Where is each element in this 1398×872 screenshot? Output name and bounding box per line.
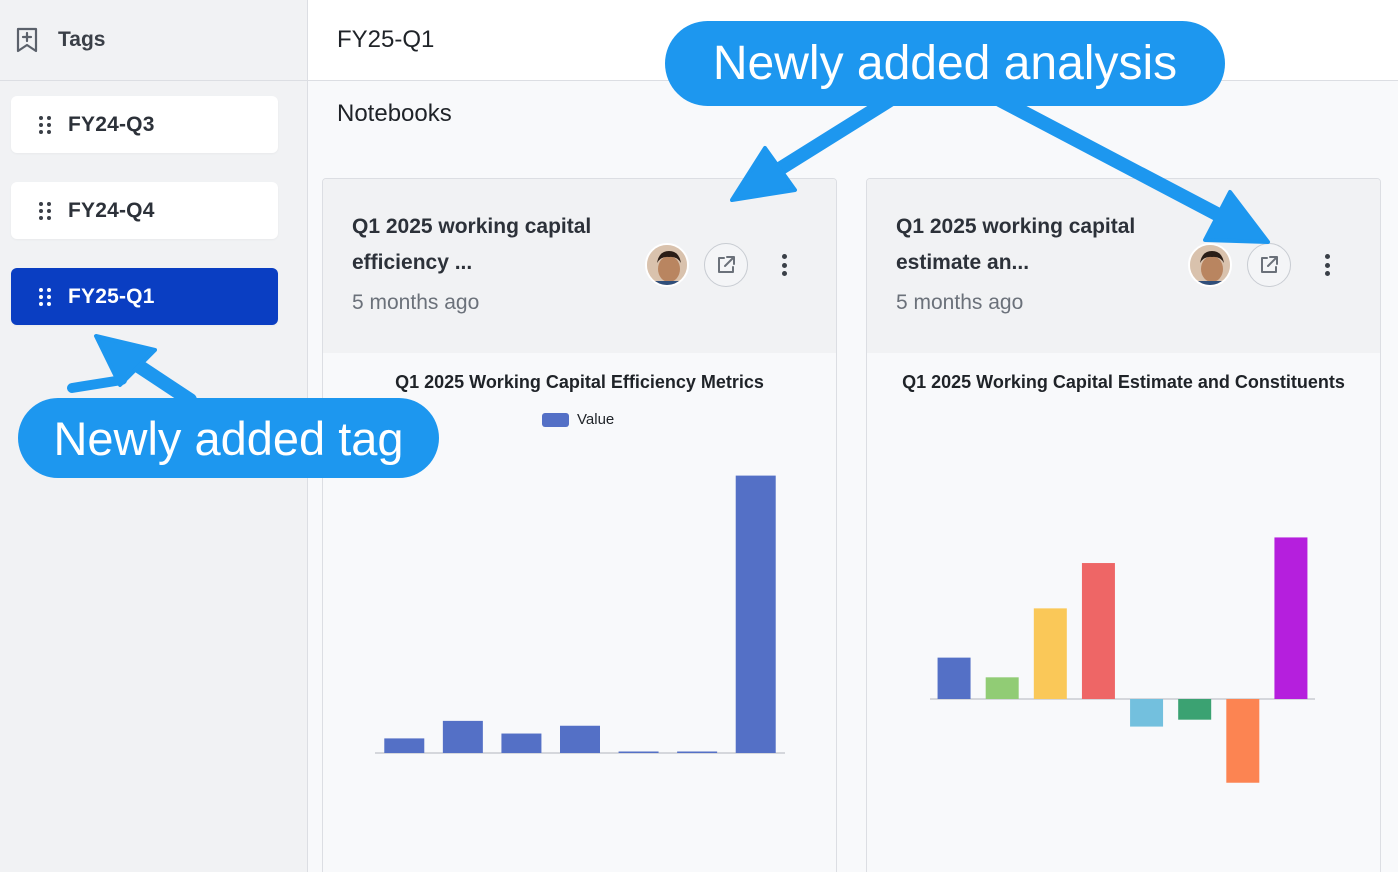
card-title[interactable]: Q1 2025 working capital estimate an...	[896, 209, 1176, 281]
chart-bar[interactable]	[735, 475, 776, 753]
chart-bar[interactable]	[1226, 699, 1260, 783]
annotation-callout-analysis: Newly added analysis	[665, 21, 1225, 106]
card-header: Q1 2025 working capital estimate an... 5…	[867, 179, 1380, 353]
chart-bar[interactable]	[1033, 608, 1067, 699]
tag-item-fy24-q4[interactable]: FY24-Q4	[11, 182, 278, 239]
card-title-line: efficiency ...	[352, 251, 473, 274]
sidebar-header: Tags	[0, 0, 307, 81]
external-link-icon	[1261, 256, 1278, 273]
card-header: Q1 2025 working capital efficiency ... 5…	[323, 179, 836, 353]
bookmark-plus-icon	[14, 26, 40, 54]
card-title-line: Q1 2025 working capital	[896, 215, 1136, 238]
legend-label: Value	[577, 411, 615, 428]
chart-legend[interactable]: Value	[542, 411, 614, 428]
tag-item-fy25-q1[interactable]: FY25-Q1	[11, 268, 278, 325]
card-timestamp: 5 months ago	[896, 291, 1024, 314]
avatar[interactable]	[645, 243, 689, 287]
card-title-line: Q1 2025 working capital	[352, 215, 592, 238]
more-options-button[interactable]	[1318, 251, 1336, 279]
external-link-icon	[718, 256, 735, 273]
chart-bar[interactable]	[1178, 699, 1212, 720]
notebook-card[interactable]: Q1 2025 working capital efficiency ... 5…	[322, 178, 837, 872]
chart-bar[interactable]	[677, 751, 718, 754]
chart-bar[interactable]	[937, 657, 971, 699]
chart-bar[interactable]	[985, 677, 1019, 699]
tag-item-fy24-q3[interactable]: FY24-Q3	[11, 96, 278, 153]
chart-bar[interactable]	[442, 720, 483, 753]
avatar[interactable]	[1188, 243, 1232, 287]
chart-title: Q1 2025 Working Capital Efficiency Metri…	[395, 372, 764, 392]
drag-handle-icon[interactable]	[39, 201, 51, 220]
drag-handle-icon[interactable]	[39, 287, 51, 306]
tag-label: FY25-Q1	[68, 284, 155, 308]
card-timestamp: 5 months ago	[352, 291, 480, 314]
sidebar-title: Tags	[58, 28, 106, 51]
more-options-button[interactable]	[775, 251, 793, 279]
chart-bar[interactable]	[501, 733, 542, 753]
chart-bar[interactable]	[1274, 537, 1308, 699]
chart-container: Q1 2025 Working Capital Estimate and Con…	[867, 353, 1380, 872]
chart-bar[interactable]	[384, 738, 425, 753]
page-title: FY25-Q1	[337, 26, 435, 53]
tag-label: FY24-Q3	[68, 112, 155, 136]
notebook-card[interactable]: Q1 2025 working capital estimate an... 5…	[866, 178, 1381, 872]
open-external-button[interactable]	[704, 243, 748, 287]
card-title[interactable]: Q1 2025 working capital efficiency ...	[352, 209, 632, 281]
chart-bar[interactable]	[1130, 699, 1164, 727]
bar-chart	[930, 537, 1315, 783]
drag-handle-icon[interactable]	[39, 115, 51, 134]
chart-bar[interactable]	[1081, 563, 1115, 699]
chart-bar[interactable]	[618, 751, 659, 754]
card-title-line: estimate an...	[896, 251, 1030, 274]
chart-bar[interactable]	[560, 725, 600, 753]
annotation-callout-tag: Newly added tag	[18, 398, 439, 478]
tag-label: FY24-Q4	[68, 198, 155, 222]
legend-swatch	[542, 412, 569, 427]
open-external-button[interactable]	[1247, 243, 1291, 287]
chart-title: Q1 2025 Working Capital Estimate and Con…	[902, 372, 1345, 392]
section-title: Notebooks	[337, 100, 452, 127]
